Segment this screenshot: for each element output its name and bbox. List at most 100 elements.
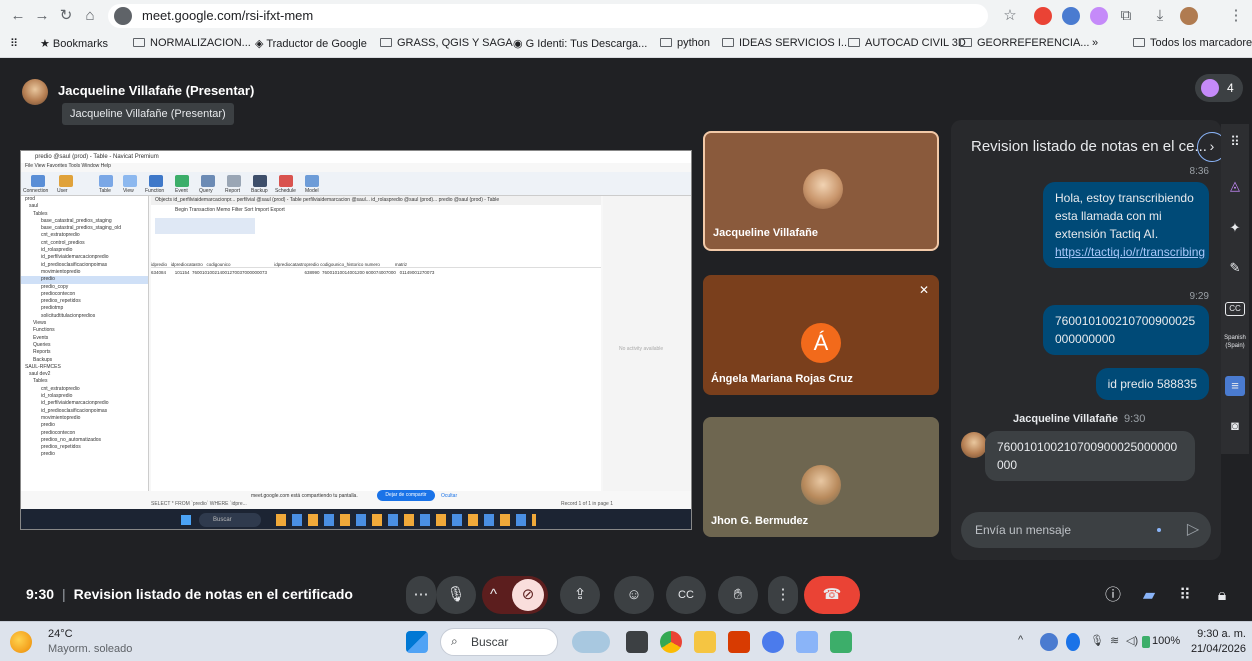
forward-icon[interactable]: → (32, 6, 52, 26)
clock-date: 21/04/2026 (1190, 643, 1246, 655)
model-icon (305, 175, 319, 187)
avatar (803, 169, 843, 209)
search-app-icon[interactable] (762, 631, 784, 653)
avatar (22, 79, 48, 105)
back-icon[interactable]: ← (8, 6, 28, 26)
empty-hint: No activity available (619, 346, 664, 352)
extension-side-rail: ⠿ ◬ ✦ ✎ CC Spanish (Spain) ≡ ◙ (1221, 124, 1249, 454)
chevron-up-icon[interactable]: ^ (1018, 634, 1023, 646)
mic-off-icon: ✕ (918, 283, 929, 297)
captions-icon[interactable]: CC (1225, 302, 1245, 316)
caption-language[interactable]: Spanish (Spain) (1222, 334, 1248, 350)
camera-icon[interactable]: ◙ (1225, 416, 1245, 436)
bluetooth-icon[interactable] (1066, 633, 1080, 651)
apps-grid-icon[interactable]: ⠿ (10, 37, 18, 50)
tray-app-icon[interactable] (1040, 633, 1058, 651)
all-bookmarks-button[interactable]: Todos los marcadores (1133, 37, 1252, 49)
adblock-extension-icon[interactable] (1034, 7, 1052, 25)
extension-icon[interactable] (1090, 7, 1108, 25)
host-controls-icon[interactable]: 🔒︎ (1212, 583, 1232, 609)
hide-share-button[interactable]: Ocultar (441, 493, 457, 499)
widget-icon[interactable] (572, 631, 610, 653)
close-panel-icon[interactable]: › (1197, 132, 1221, 162)
weather-icon[interactable] (10, 631, 32, 653)
camera-toggle[interactable]: ^ ⊘ (482, 576, 548, 614)
tactiq-link[interactable]: https://tactiq.io/r/transcribing (1055, 245, 1205, 259)
url-text: meet.google.com/rsi-ifxt-mem (142, 8, 314, 23)
avatar: Á (801, 323, 841, 363)
clock-time: 9:30 a. m. (1197, 628, 1246, 640)
address-bar[interactable]: meet.google.com/rsi-ifxt-mem (108, 4, 988, 28)
participants-chip[interactable]: 4 (1195, 74, 1243, 102)
extensions-puzzle-icon[interactable]: ⧉ (1116, 6, 1136, 26)
shared-taskbar: Buscar (21, 509, 691, 529)
bookmark-item[interactable]: GRASS, QGIS Y SAGA (380, 37, 513, 49)
meeting-info: 9:30 | Revision listado de notas en el cer… (26, 586, 353, 602)
bookmark-item[interactable]: ★ Bookmarks (40, 37, 108, 50)
ai-sparkle-icon[interactable]: ✦ (1225, 218, 1245, 238)
outgoing-message: 760010100210700900025000000000 (1043, 305, 1209, 355)
profile-avatar[interactable] (1180, 7, 1198, 25)
windows-taskbar: 24°C Mayorm. soleado ⌕ ^ 🎙︎ ≋ ◁) 100% 9:… (0, 621, 1252, 661)
taskbar-search[interactable]: ⌕ (440, 628, 558, 656)
wifi-icon[interactable]: ≋ (1110, 634, 1119, 647)
file-explorer-icon[interactable] (694, 631, 716, 653)
message-composer[interactable]: ▷ (961, 512, 1211, 548)
more-bookmarks-button[interactable]: » (1092, 37, 1098, 49)
download-icon[interactable]: ⤓ (1150, 6, 1170, 26)
end-call-icon[interactable]: ☎ (804, 576, 860, 614)
pen-icon[interactable]: ✎ (1225, 258, 1245, 278)
present-screen-icon[interactable]: ⇪ (560, 576, 600, 614)
camera-off-icon[interactable]: ⊘ (512, 579, 544, 611)
microphone-icon[interactable]: 🎙︎ (436, 576, 476, 614)
shapes-icon[interactable]: ◬ (1225, 176, 1245, 196)
bookmark-item[interactable]: GEORREFERENCIA... (960, 37, 1089, 49)
participant-tile[interactable]: Jhon G. Bermudez (703, 417, 939, 537)
more-options-icon[interactable]: ⋮ (768, 576, 798, 614)
message-input[interactable] (975, 521, 1155, 539)
reload-icon[interactable]: ↻ (56, 6, 76, 26)
search-input[interactable] (471, 635, 551, 649)
toolbar-label: User (57, 188, 68, 194)
bookmark-item[interactable]: AUTOCAD CIVIL 3D (848, 37, 966, 49)
bookmark-item[interactable]: IDEAS SERVICIOS I... (722, 37, 850, 49)
stop-sharing-button[interactable]: Dejar de compartir (377, 490, 435, 501)
activities-icon[interactable]: ⠿ (1172, 583, 1198, 609)
emoji-icon[interactable]: ☺ (614, 576, 654, 614)
meeting-details-icon[interactable]: ⓘ (1100, 583, 1126, 609)
notes-icon[interactable]: ≡ (1225, 376, 1245, 396)
app-icon[interactable] (796, 631, 818, 653)
home-icon[interactable]: ⌂ (80, 6, 100, 26)
grid-icon[interactable]: ⠿ (1225, 132, 1245, 152)
participant-name: Jhon G. Bermudez (711, 515, 809, 527)
bookmark-item[interactable]: python (660, 37, 710, 49)
participant-tile[interactable]: Jacqueline Villafañe (703, 131, 939, 251)
shared-search-box: Buscar (199, 513, 261, 527)
browser-menu-icon[interactable]: ⋮ (1226, 6, 1246, 26)
typing-dot-icon (1157, 528, 1161, 532)
task-view-icon[interactable] (626, 631, 648, 653)
chrome-icon[interactable] (660, 631, 682, 653)
bookmark-item[interactable]: ◈ Traductor de Google (255, 37, 367, 50)
participant-tile[interactable]: ✕ Á Ángela Mariana Rojas Cruz (703, 275, 939, 395)
presenter-chip[interactable]: Jacqueline Villafañe (Presentar) (22, 78, 582, 106)
microphone-tray-icon[interactable]: 🎙︎ (1090, 634, 1104, 647)
volume-icon[interactable]: ◁) (1126, 634, 1138, 647)
chat-icon[interactable]: ▰ (1136, 583, 1162, 609)
captions-button[interactable]: CC (666, 576, 706, 614)
office-icon[interactable] (728, 631, 750, 653)
extension-icon[interactable] (1062, 7, 1080, 25)
bookmark-item[interactable]: ◉ G Identi: Tus Descarga... (513, 37, 647, 50)
raise-hand-icon[interactable]: ✋︎ (718, 576, 758, 614)
send-icon[interactable]: ▷ (1183, 520, 1203, 540)
bookmark-item[interactable]: NORMALIZACION... (133, 37, 251, 49)
site-info-icon[interactable] (114, 7, 132, 25)
chevron-up-icon[interactable]: ^ (490, 576, 497, 614)
app-icon[interactable] (830, 631, 852, 653)
tree-item: cnt_estratopredio (41, 232, 80, 239)
bookmark-star-icon[interactable]: ☆ (1000, 6, 1020, 26)
system-clock[interactable]: 9:30 a. m. 21/04/2026 (1184, 627, 1246, 657)
more-reactions-icon[interactable]: ⋯ (406, 576, 436, 614)
battery-level: 100% (1152, 635, 1181, 647)
windows-start-icon[interactable] (406, 631, 428, 653)
